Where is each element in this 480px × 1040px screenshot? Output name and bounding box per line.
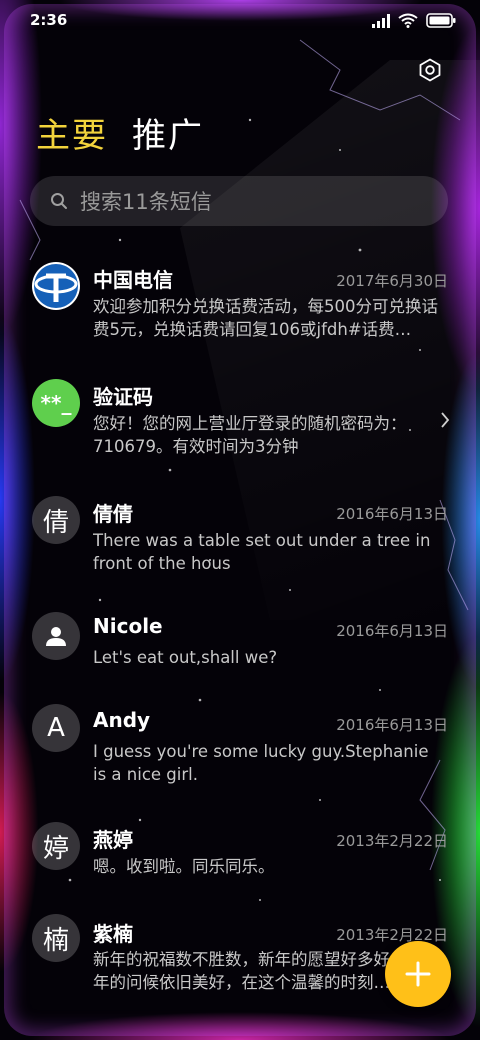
message-date: 2013年2月22日 (336, 832, 448, 850)
message-date: 2013年2月22日 (336, 926, 448, 944)
contact-name: 紫楠 (93, 922, 133, 946)
plus-icon (405, 961, 431, 987)
message-preview: Let's eat out,shall we? (93, 648, 278, 667)
star (118, 238, 122, 242)
conversation-row[interactable]: **_ 验证码 您好！您的网上营业厅登录的随机密码为：710679。有效时间为3… (0, 362, 480, 472)
star (289, 589, 291, 591)
tab-promotions[interactable]: 推广 (132, 108, 204, 157)
contact-name: 燕婷 (93, 828, 133, 852)
message-date: 2016年6月13日 (336, 716, 448, 734)
star (248, 118, 252, 122)
message-preview: 您好！您的网上营业厅登录的随机密码为：710679。有效时间为3分钟 (93, 414, 407, 456)
chevron-right-icon[interactable] (440, 412, 450, 428)
message-date: 2017年6月30日 (336, 272, 448, 290)
message-date: 2016年6月13日 (336, 622, 448, 640)
telecom-logo-avatar (32, 262, 80, 310)
message-date: 2016年6月13日 (336, 505, 448, 523)
message-preview: 嗯。收到啦。同乐同乐。 (93, 857, 275, 876)
tab-bar: 主要 推广 (36, 108, 204, 157)
message-preview: I guess you're some lucky guy.Stephanie … (93, 742, 429, 784)
star (339, 149, 341, 151)
message-preview: There was a table set out under a tree i… (93, 531, 431, 573)
status-bar: 2:36 (0, 0, 480, 40)
contact-name: Nicole (93, 614, 163, 638)
search-icon (51, 193, 67, 209)
contact-name: 验证码 (93, 385, 153, 409)
contact-name: 中国电信 (93, 268, 173, 292)
status-time: 2:36 (30, 11, 68, 29)
message-preview: 欢迎参加积分兑换话费活动，每500分可兑换话费5元，兑换话费请回复106或jfd… (93, 297, 438, 339)
code-avatar: **_ (32, 379, 80, 427)
battery-icon (426, 13, 456, 28)
person-icon (46, 627, 66, 646)
person-avatar (32, 612, 80, 660)
letter-avatar: 楠 (32, 914, 80, 962)
status-icons (372, 13, 456, 28)
gear-icon (419, 58, 441, 82)
tab-primary[interactable]: 主要 (36, 108, 108, 157)
wifi-icon (398, 13, 418, 28)
telecom-logo-icon (34, 264, 78, 308)
contact-name: 倩倩 (93, 502, 133, 526)
letter-avatar: 倩 (32, 496, 80, 544)
settings-button[interactable] (416, 56, 444, 84)
signal-icon (372, 13, 390, 28)
letter-avatar: A (32, 704, 80, 752)
search-bar[interactable] (30, 176, 448, 228)
conversation-row[interactable]: 中国电信 2017年6月30日 欢迎参加积分兑换话费活动，每500分可兑换话费5… (0, 246, 480, 356)
letter-avatar: 婷 (32, 822, 80, 870)
conversation-row[interactable]: 倩 倩倩 2016年6月13日 There was a table set ou… (0, 479, 480, 589)
conversation-row[interactable]: A Andy 2016年6月13日 I guess you're some lu… (0, 690, 480, 800)
search-input[interactable] (78, 176, 422, 228)
contact-name: Andy (93, 708, 151, 732)
new-message-button[interactable] (385, 941, 451, 1007)
